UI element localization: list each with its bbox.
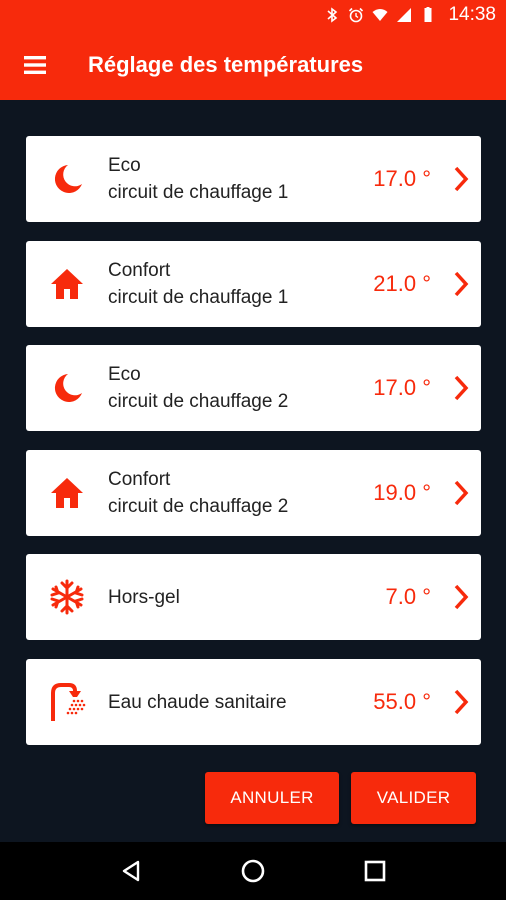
setting-eco-circuit-1[interactable]: Eco circuit de chauffage 1 17.0 ° (26, 136, 481, 222)
status-bar: 14:38 (0, 0, 506, 30)
setting-temperature: 17.0 ° (373, 166, 431, 191)
setting-circuit: circuit de chauffage 2 (108, 391, 289, 412)
setting-circuit: circuit de chauffage 1 (108, 182, 289, 203)
setting-temperature: 19.0 ° (373, 480, 431, 505)
setting-circuit: circuit de chauffage 1 (108, 287, 289, 308)
setting-label: Eau chaude sanitaire (108, 689, 341, 716)
recents-button[interactable] (350, 846, 400, 896)
snowflake-icon (50, 579, 84, 615)
navigation-bar (0, 842, 506, 900)
setting-eau-chaude-sanitaire[interactable]: Eau chaude sanitaire 55.0 ° (26, 659, 481, 745)
setting-label: Confort circuit de chauffage 1 (108, 257, 341, 311)
back-button[interactable] (106, 846, 156, 896)
setting-label: Confort circuit de chauffage 2 (108, 466, 341, 520)
moon-icon (54, 374, 82, 402)
setting-temperature: 7.0 ° (385, 584, 432, 609)
cancel-button[interactable]: ANNULER (205, 772, 339, 824)
shower-icon (51, 683, 86, 721)
setting-mode: Eco (108, 364, 141, 385)
wifi-icon (372, 9, 388, 21)
bluetooth-icon (327, 7, 338, 23)
chevron-right-icon (454, 166, 469, 192)
setting-mode: Confort (108, 260, 171, 281)
settings-list: Eco circuit de chauffage 1 17.0 ° Confor… (0, 100, 506, 842)
battery-icon (424, 7, 432, 22)
home-circle-icon (241, 859, 265, 883)
setting-label: Eco circuit de chauffage 1 (108, 152, 341, 206)
signal-icon (397, 8, 412, 22)
home-icon (51, 478, 83, 508)
setting-mode: Hors-gel (108, 586, 180, 608)
setting-temperature: 55.0 ° (373, 689, 431, 714)
moon-icon (54, 165, 82, 193)
chevron-right-icon (454, 375, 469, 401)
setting-label: Hors-gel (108, 584, 341, 611)
setting-confort-circuit-1[interactable]: Confort circuit de chauffage 1 21.0 ° (26, 241, 481, 327)
setting-mode: Eco (108, 155, 141, 176)
setting-hors-gel[interactable]: Hors-gel 7.0 ° (26, 554, 481, 640)
setting-eco-circuit-2[interactable]: Eco circuit de chauffage 2 17.0 ° (26, 345, 481, 431)
setting-mode: Eau chaude sanitaire (108, 691, 287, 713)
chevron-right-icon (454, 689, 469, 715)
chevron-right-icon (454, 584, 469, 610)
chevron-right-icon (454, 480, 469, 506)
setting-temperature: 17.0 ° (373, 375, 431, 400)
home-button[interactable] (228, 846, 278, 896)
setting-confort-circuit-2[interactable]: Confort circuit de chauffage 2 19.0 ° (26, 450, 481, 536)
alarm-icon (349, 7, 364, 23)
home-icon (51, 269, 83, 299)
back-icon (122, 860, 140, 882)
app-bar: Réglage des températures (0, 30, 506, 100)
chevron-right-icon (454, 271, 469, 297)
page-title: Réglage des températures (88, 52, 364, 77)
setting-circuit: circuit de chauffage 2 (108, 496, 289, 517)
status-time: 14:38 (448, 4, 496, 25)
setting-label: Eco circuit de chauffage 2 (108, 361, 341, 415)
setting-mode: Confort (108, 469, 171, 490)
validate-button[interactable]: VALIDER (351, 772, 476, 824)
recents-icon (364, 860, 386, 882)
menu-button[interactable] (6, 30, 66, 100)
hamburger-menu-icon (24, 56, 46, 74)
setting-temperature: 21.0 ° (373, 271, 431, 296)
